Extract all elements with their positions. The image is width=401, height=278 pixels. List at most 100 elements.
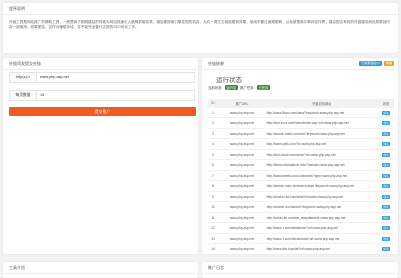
domain-field[interactable]: http(s):// www.php.asp.net (9, 72, 195, 83)
cell-site: www.php.asp.net (218, 222, 266, 234)
cell-status: 成功 (378, 222, 394, 234)
table-row: 6 www.php.asp.net http://tieba.whoisadmin.… (208, 159, 394, 171)
cell-site: www.php.asp.net (218, 128, 266, 140)
cell-id: 12 (208, 222, 219, 234)
cell-url[interactable]: http://tool.cnzz.com/index/index.asp?url… (265, 117, 378, 129)
cell-id: 11 (208, 212, 219, 224)
cell-url[interactable]: http://www.icnets.com.cn/search/?type=ww… (265, 170, 378, 182)
results-card: 外链结果 已收录链接(1) 蜘蛛 运行状态 当前状态: 运行中 推广任务: 已完成 ID… (202, 58, 398, 254)
promo-log-card: 推广日志 (202, 262, 398, 278)
cell-status: 成功 (378, 170, 394, 182)
results-title: 外链结果 (208, 61, 224, 66)
cell-url[interactable]: http://search.ucbc.cn/search.aspx?keywor… (265, 180, 378, 192)
status-prefix: 当前状态: (208, 86, 223, 90)
cell-url[interactable]: http://tool.dzcsn.com/view/?url=www.php.… (265, 149, 378, 161)
tool-info-title: 工具介绍 (3, 262, 198, 274)
status-line: 当前状态: 运行中 推广任务: 已完成 (208, 85, 272, 90)
cell-site: www.php.asp.net (218, 243, 266, 254)
cell-id: 13 (208, 233, 219, 245)
status-badge: 成功 (382, 215, 390, 220)
col-status: 状态 (378, 99, 394, 108)
link-tool-card: 外链同发提交外链 http(s):// www.php.asp.net 每页数量… (3, 58, 198, 254)
table-row: 8 www.php.asp.net http://search.ucbc.cn/se… (208, 180, 394, 192)
count-label: 每页数量 (10, 91, 37, 100)
cell-status: 成功 (378, 107, 394, 119)
cell-status: 成功 (378, 201, 394, 213)
status-badge: 成功 (382, 236, 390, 241)
cell-id: 3 (208, 128, 219, 140)
cell-site: www.php.asp.net (218, 191, 266, 203)
table-row: 7 www.php.asp.net http://www.icnets.com.cn… (208, 170, 394, 182)
cell-id: 9 (208, 191, 219, 203)
table-row: 9 www.php.asp.net http://chat.cn.kd.com/se… (208, 191, 394, 203)
status-badge: 成功 (382, 226, 390, 231)
results-header: 外链结果 已收录链接(1) 蜘蛛 (202, 58, 398, 70)
col-site: 推广URL (218, 99, 266, 108)
status-badge: 成功 (382, 121, 390, 126)
domain-input[interactable]: www.php.asp.net (40, 73, 69, 82)
table-row: 3 www.php.asp.net http://search.tmkhi.com/… (208, 128, 394, 140)
cell-site: www.php.asp.net (218, 233, 266, 245)
table-row: 11 www.php.asp.net http://whois.ffe.cn/www… (208, 212, 394, 224)
cell-id: 8 (208, 180, 219, 192)
cell-status: 成功 (378, 159, 394, 171)
cell-url[interactable]: http://search.it.cn/search?keyword=www.p… (265, 201, 378, 213)
cell-status: 成功 (378, 233, 394, 245)
cell-url[interactable]: http://www.1.com/hkidotcom?url=www.php.a… (265, 222, 378, 234)
cell-id: 14 (208, 243, 219, 254)
cell-id: 1 (208, 107, 219, 119)
cell-url[interactable]: http://search.tmkhi.com/url/?keyword=www… (265, 128, 378, 140)
tool-title: 外链同发提交外链 (3, 58, 198, 70)
submit-button[interactable]: 提交推广 (9, 107, 196, 116)
intro-title: 程序说明 (3, 3, 398, 15)
cell-site: www.php.asp.net (218, 170, 266, 182)
intro-text: 外链工具是网站推广的辅助工具，一般是用于刚刚建站的时候为网站快速引入蜘蛛抓取收录… (9, 20, 390, 30)
count-field[interactable]: 每页数量 15 (9, 90, 195, 101)
tag-group: 已收录链接(1) 蜘蛛 (357, 60, 394, 66)
status-badge-done: 已完成 (256, 85, 271, 90)
status-badge: 成功 (382, 152, 390, 157)
cell-site: www.php.asp.net (218, 201, 266, 213)
tag-spider[interactable]: 蜘蛛 (383, 61, 394, 66)
status-badge: 成功 (382, 163, 390, 168)
table-row: 10 www.php.asp.net http://search.it.cn/sea… (208, 201, 394, 213)
cell-id: 10 (208, 201, 219, 213)
status-badge: 成功 (382, 173, 390, 178)
status-badge: 成功 (382, 205, 390, 210)
status-badge: 成功 (382, 184, 390, 189)
cell-site: www.php.asp.net (218, 159, 266, 171)
table-row: 5 www.php.asp.net http://tool.dzcsn.com/vi… (208, 149, 394, 161)
table-row: 2 www.php.asp.net http://tool.cnzz.com/ind… (208, 117, 394, 129)
status-badge: 成功 (382, 110, 390, 115)
cell-url[interactable]: http://chat.cn.kd.com/search?words=www.p… (265, 191, 378, 203)
col-url: 外链目标网址 (265, 99, 378, 108)
table-header-row: ID 推广URL 外链目标网址 状态 (208, 99, 394, 108)
cell-status: 成功 (378, 191, 394, 203)
status-badge: 成功 (382, 142, 390, 147)
cell-url[interactable]: http://tieba.whoisadmin.info/?domain=www… (265, 159, 378, 171)
cell-url[interactable]: http://whois.ffe.cn/www_templates/url=ww… (265, 212, 378, 224)
cell-site: www.php.asp.net (218, 180, 266, 192)
cell-id: 2 (208, 117, 219, 129)
cell-status: 成功 (378, 212, 394, 224)
cell-id: 5 (208, 149, 219, 161)
cell-site: www.php.asp.net (218, 212, 266, 224)
promo-log-title: 推广日志 (202, 262, 398, 274)
cell-url[interactable]: http://www.1.com/hkcomtools?url=www.php.… (265, 233, 378, 245)
tool-info-card: 工具介绍 (3, 262, 198, 278)
table-row: 14 www.php.asp.net http://www.dsk.top/site… (208, 243, 394, 254)
status-title: 运行状态 (216, 77, 242, 84)
count-input[interactable]: 15 (40, 91, 44, 100)
status-badge-running: 运行中 (224, 85, 239, 90)
cell-url[interactable]: http://www.dsk.top/site?url=www.php.asp.… (265, 243, 378, 254)
tag-indexed[interactable]: 已收录链接(1) (359, 61, 382, 66)
cell-status: 成功 (378, 149, 394, 161)
cell-id: 4 (208, 138, 219, 150)
table-body: 1 www.php.asp.net http://www.5bpo.com/view… (208, 107, 394, 254)
cell-url[interactable]: http://www.ipblk.com/?s=www.php.asp.net (265, 138, 378, 150)
table-row: 12 www.php.asp.net http://www.1.com/hkidot… (208, 222, 394, 234)
cell-status: 成功 (378, 138, 394, 150)
results-table: ID 推广URL 外链目标网址 状态 1 www.php.asp.net http:… (208, 99, 394, 254)
col-id: ID (208, 99, 219, 108)
cell-url[interactable]: http://www.5bpo.com/view/?keyword=www.ph… (265, 107, 378, 119)
